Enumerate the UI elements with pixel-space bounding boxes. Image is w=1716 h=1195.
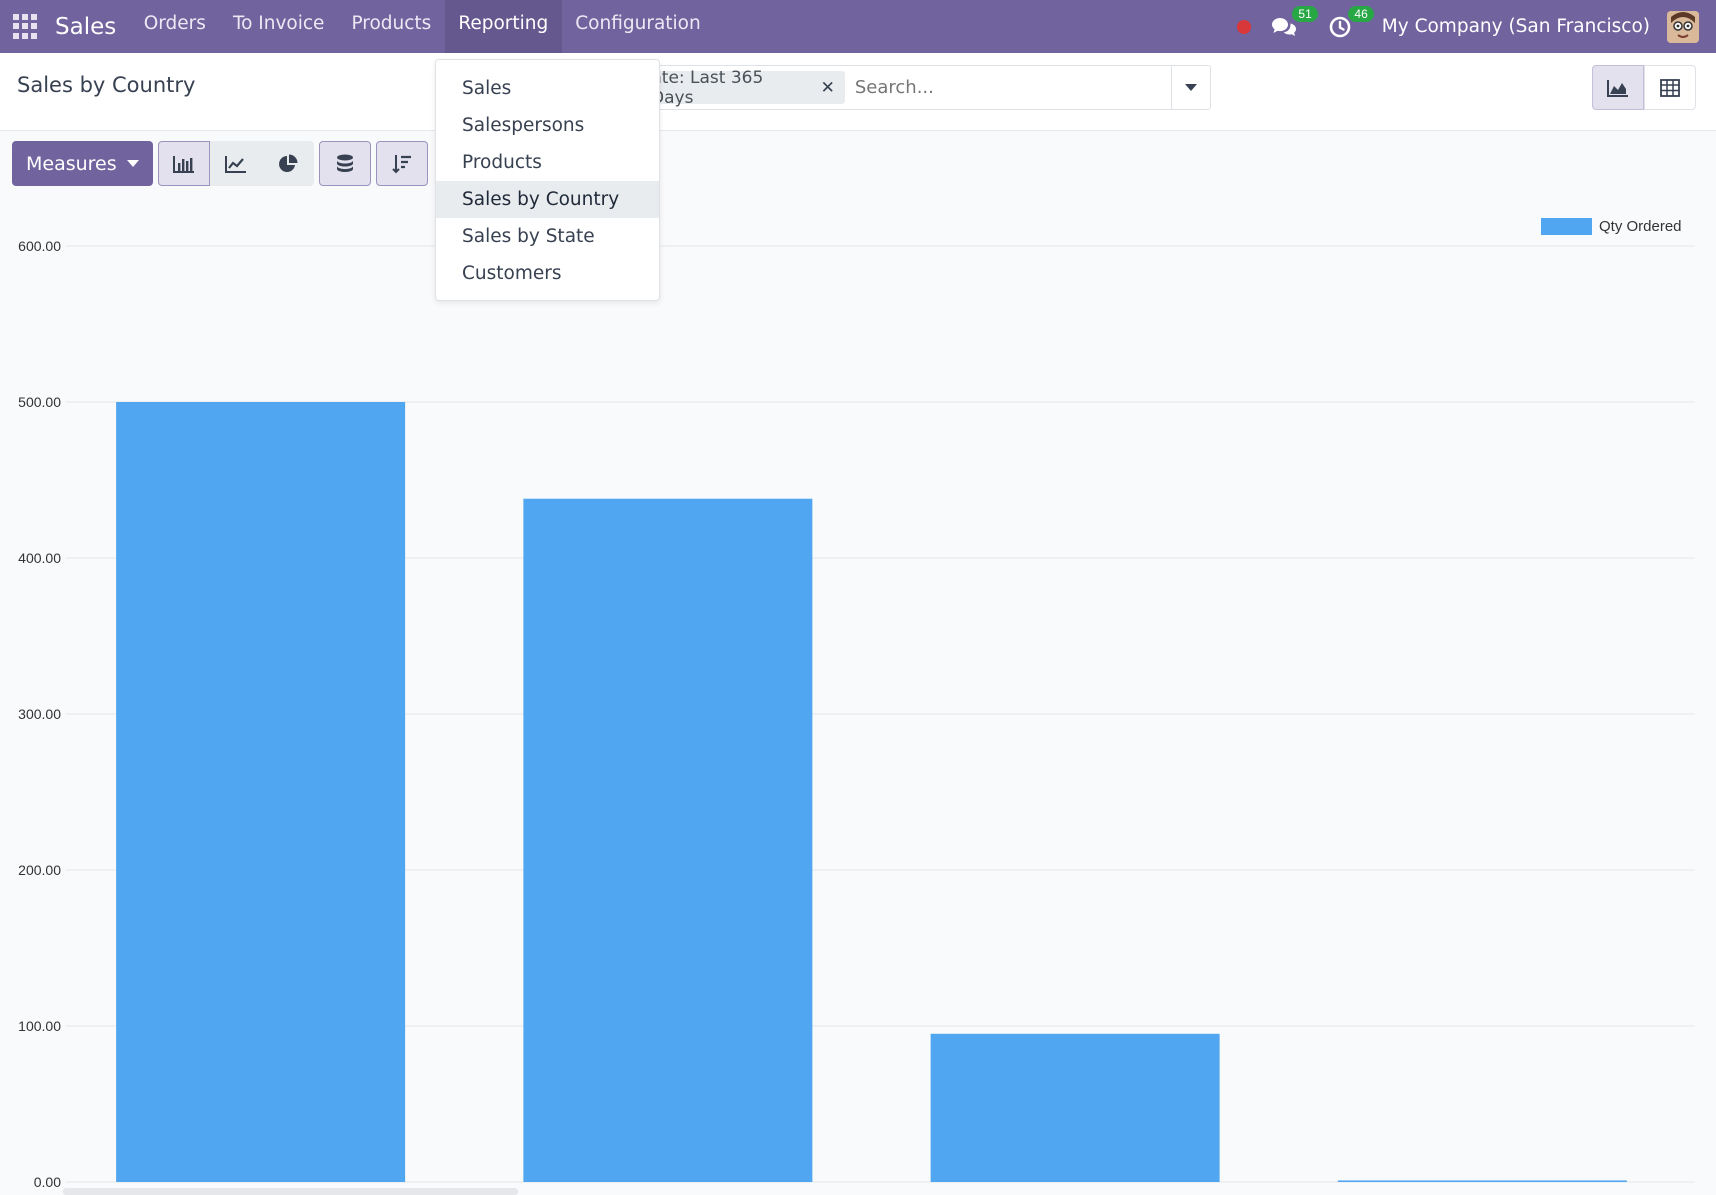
user-avatar[interactable]: [1667, 10, 1699, 43]
filter-facet: nte: Last 365 Days ✕: [645, 68, 845, 108]
y-tick-label: 400.00: [18, 550, 61, 566]
systray: 51 46 My Company (San Francisco): [1236, 0, 1716, 53]
recording-indicator-icon[interactable]: [1236, 19, 1251, 34]
menu-orders[interactable]: Orders: [130, 0, 219, 53]
sort-amount-down-icon: [391, 154, 411, 173]
table-icon: [1660, 78, 1680, 97]
reporting-item-customers[interactable]: Customers: [436, 255, 659, 292]
line-chart-button[interactable]: [209, 141, 262, 186]
menu-products[interactable]: Products: [338, 0, 445, 53]
menu-configuration[interactable]: Configuration: [562, 0, 714, 53]
search-options-toggle[interactable]: [1170, 66, 1210, 109]
messages-count-badge: 51: [1292, 5, 1318, 22]
graph-toolbar: Measures: [12, 141, 433, 186]
legend-label[interactable]: Qty Ordered: [1599, 218, 1682, 235]
reporting-item-sales-by-state[interactable]: Sales by State: [436, 218, 659, 255]
reporting-item-products[interactable]: Products: [436, 144, 659, 181]
chart-type-group: [157, 141, 314, 186]
reporting-item-sales-by-country[interactable]: Sales by Country: [436, 181, 659, 218]
caret-down-icon: [126, 160, 139, 167]
caret-down-icon: [1184, 84, 1197, 91]
pivot-view-button[interactable]: [1644, 65, 1696, 110]
bar-3[interactable]: [1337, 1180, 1627, 1182]
measures-label: Measures: [26, 152, 117, 175]
search-bar: nte: Last 365 Days ✕: [640, 65, 1211, 110]
reporting-item-sales[interactable]: Sales: [436, 70, 659, 107]
activities-count-badge: 46: [1348, 5, 1374, 22]
view-switcher: [1592, 65, 1696, 110]
bar-chart-icon: [172, 155, 194, 173]
stacked-group: [318, 141, 371, 186]
top-navbar: Sales Orders To Invoice Products Reporti…: [0, 0, 1716, 53]
horizontal-scrollbar[interactable]: [63, 1188, 518, 1195]
page-title: Sales by Country: [17, 73, 196, 97]
avatar-face-icon: [1667, 10, 1699, 43]
graph-view-button[interactable]: [1592, 65, 1644, 110]
stacked-button[interactable]: [318, 141, 371, 186]
pie-chart-icon: [278, 154, 298, 172]
bar-chart-button[interactable]: [157, 141, 210, 186]
y-tick-label: 500.00: [18, 394, 61, 410]
y-tick-label: 100.00: [18, 1018, 61, 1034]
menu-reporting[interactable]: Reporting: [444, 0, 562, 53]
apps-menu-icon[interactable]: [13, 14, 38, 39]
y-tick-label: 300.00: [18, 706, 61, 722]
area-chart-icon: [1607, 79, 1628, 97]
messages-button[interactable]: 51: [1270, 5, 1318, 41]
reporting-dropdown-menu: Sales Salespersons Products Sales by Cou…: [435, 59, 660, 301]
database-icon: [336, 154, 353, 172]
y-tick-label: 0.00: [34, 1174, 61, 1190]
measures-dropdown-button[interactable]: Measures: [12, 141, 153, 186]
reporting-item-salespersons[interactable]: Salespersons: [436, 107, 659, 144]
search-input[interactable]: [854, 77, 1171, 98]
sort-descending-button[interactable]: [375, 141, 428, 186]
control-panel: Sales by Country nte: Last 365 Days ✕: [0, 53, 1716, 131]
filter-facet-label: nte: Last 365 Days: [651, 67, 764, 108]
company-switcher[interactable]: My Company (San Francisco): [1382, 16, 1650, 37]
activities-button[interactable]: 46: [1326, 5, 1374, 41]
remove-facet-icon[interactable]: ✕: [821, 78, 835, 98]
bar-1[interactable]: [523, 498, 813, 1183]
y-tick-label: 200.00: [18, 862, 61, 878]
app-brand[interactable]: Sales: [55, 14, 116, 40]
pie-chart-button[interactable]: [261, 141, 314, 186]
sort-group: [375, 141, 428, 186]
y-tick-label: 600.00: [18, 238, 61, 254]
bar-chart: 0.00 100.00 200.00 300.00 400.00 500.00 600.00…: [18, 218, 1695, 1190]
legend-swatch[interactable]: [1541, 218, 1592, 235]
bar-2[interactable]: [930, 1033, 1220, 1182]
line-chart-icon: [224, 155, 246, 173]
bar-0[interactable]: [116, 402, 406, 1182]
menu-to-invoice[interactable]: To Invoice: [219, 0, 338, 53]
